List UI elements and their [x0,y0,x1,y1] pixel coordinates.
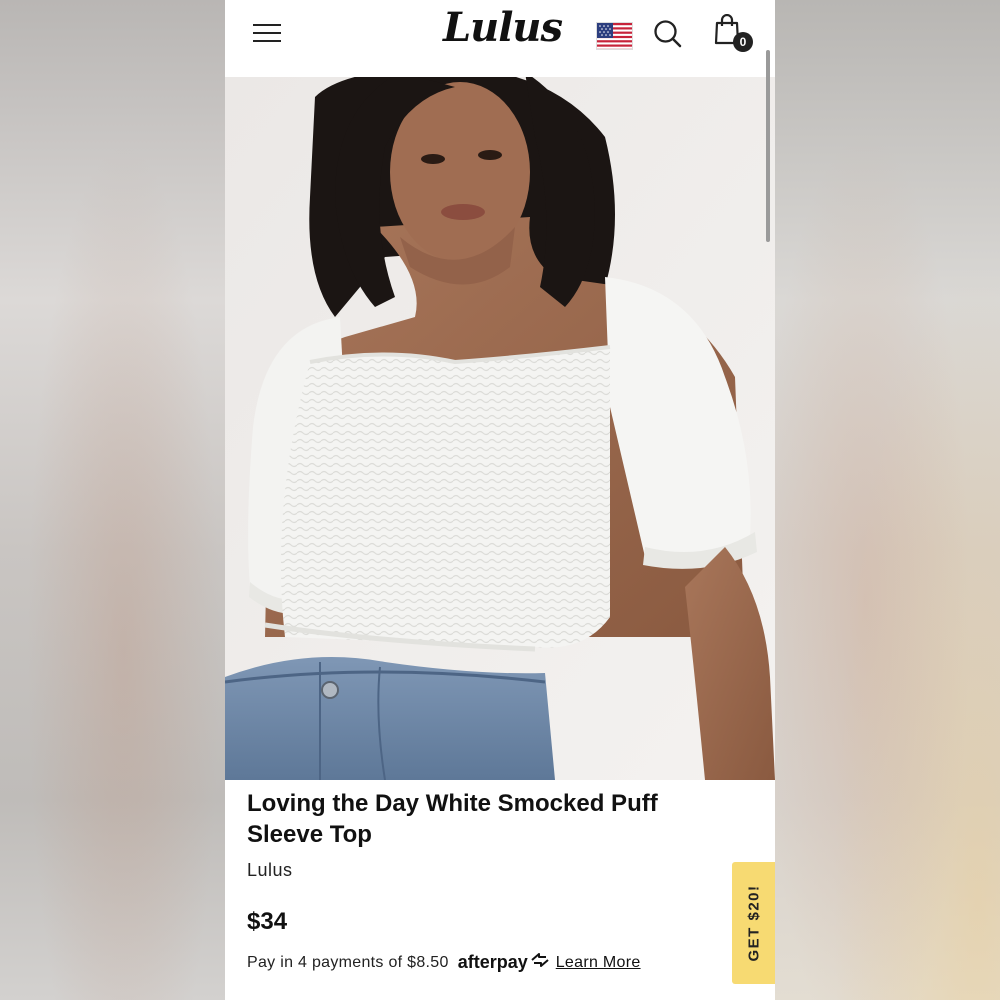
hamburger-menu-icon[interactable] [253,20,283,46]
get-20-promo-tab[interactable]: GET $20! [732,862,775,984]
promo-label: GET $20! [745,884,762,962]
afterpay-logo: afterpay [457,952,528,972]
background-left-blur [0,0,225,1000]
afterpay-installments: Pay in 4 payments of $8.50 afterpay Lear… [247,952,641,973]
phone-screen: Lulus 0 Loving the Day White Smocked Puf… [225,0,775,1000]
page-scrollbar[interactable] [766,50,770,242]
search-icon[interactable] [653,19,683,49]
product-brand[interactable]: Lulus [247,860,293,881]
product-title: Loving the Day White Smocked Puff Sleeve… [247,790,658,848]
site-logo[interactable]: Lulus [443,4,563,51]
background-right-blur [775,0,1000,1000]
shopping-bag-icon[interactable]: 0 [713,13,753,54]
site-header: Lulus 0 [225,0,775,77]
learn-more-link[interactable]: Learn More [556,954,641,972]
product-price: $34 [247,908,288,935]
product-image[interactable] [225,77,775,780]
us-flag-icon[interactable] [596,22,633,50]
cart-count-badge: 0 [733,32,753,52]
installments-text: Pay in 4 payments of $8.50 [247,953,449,971]
afterpay-arrows-icon [530,953,550,972]
